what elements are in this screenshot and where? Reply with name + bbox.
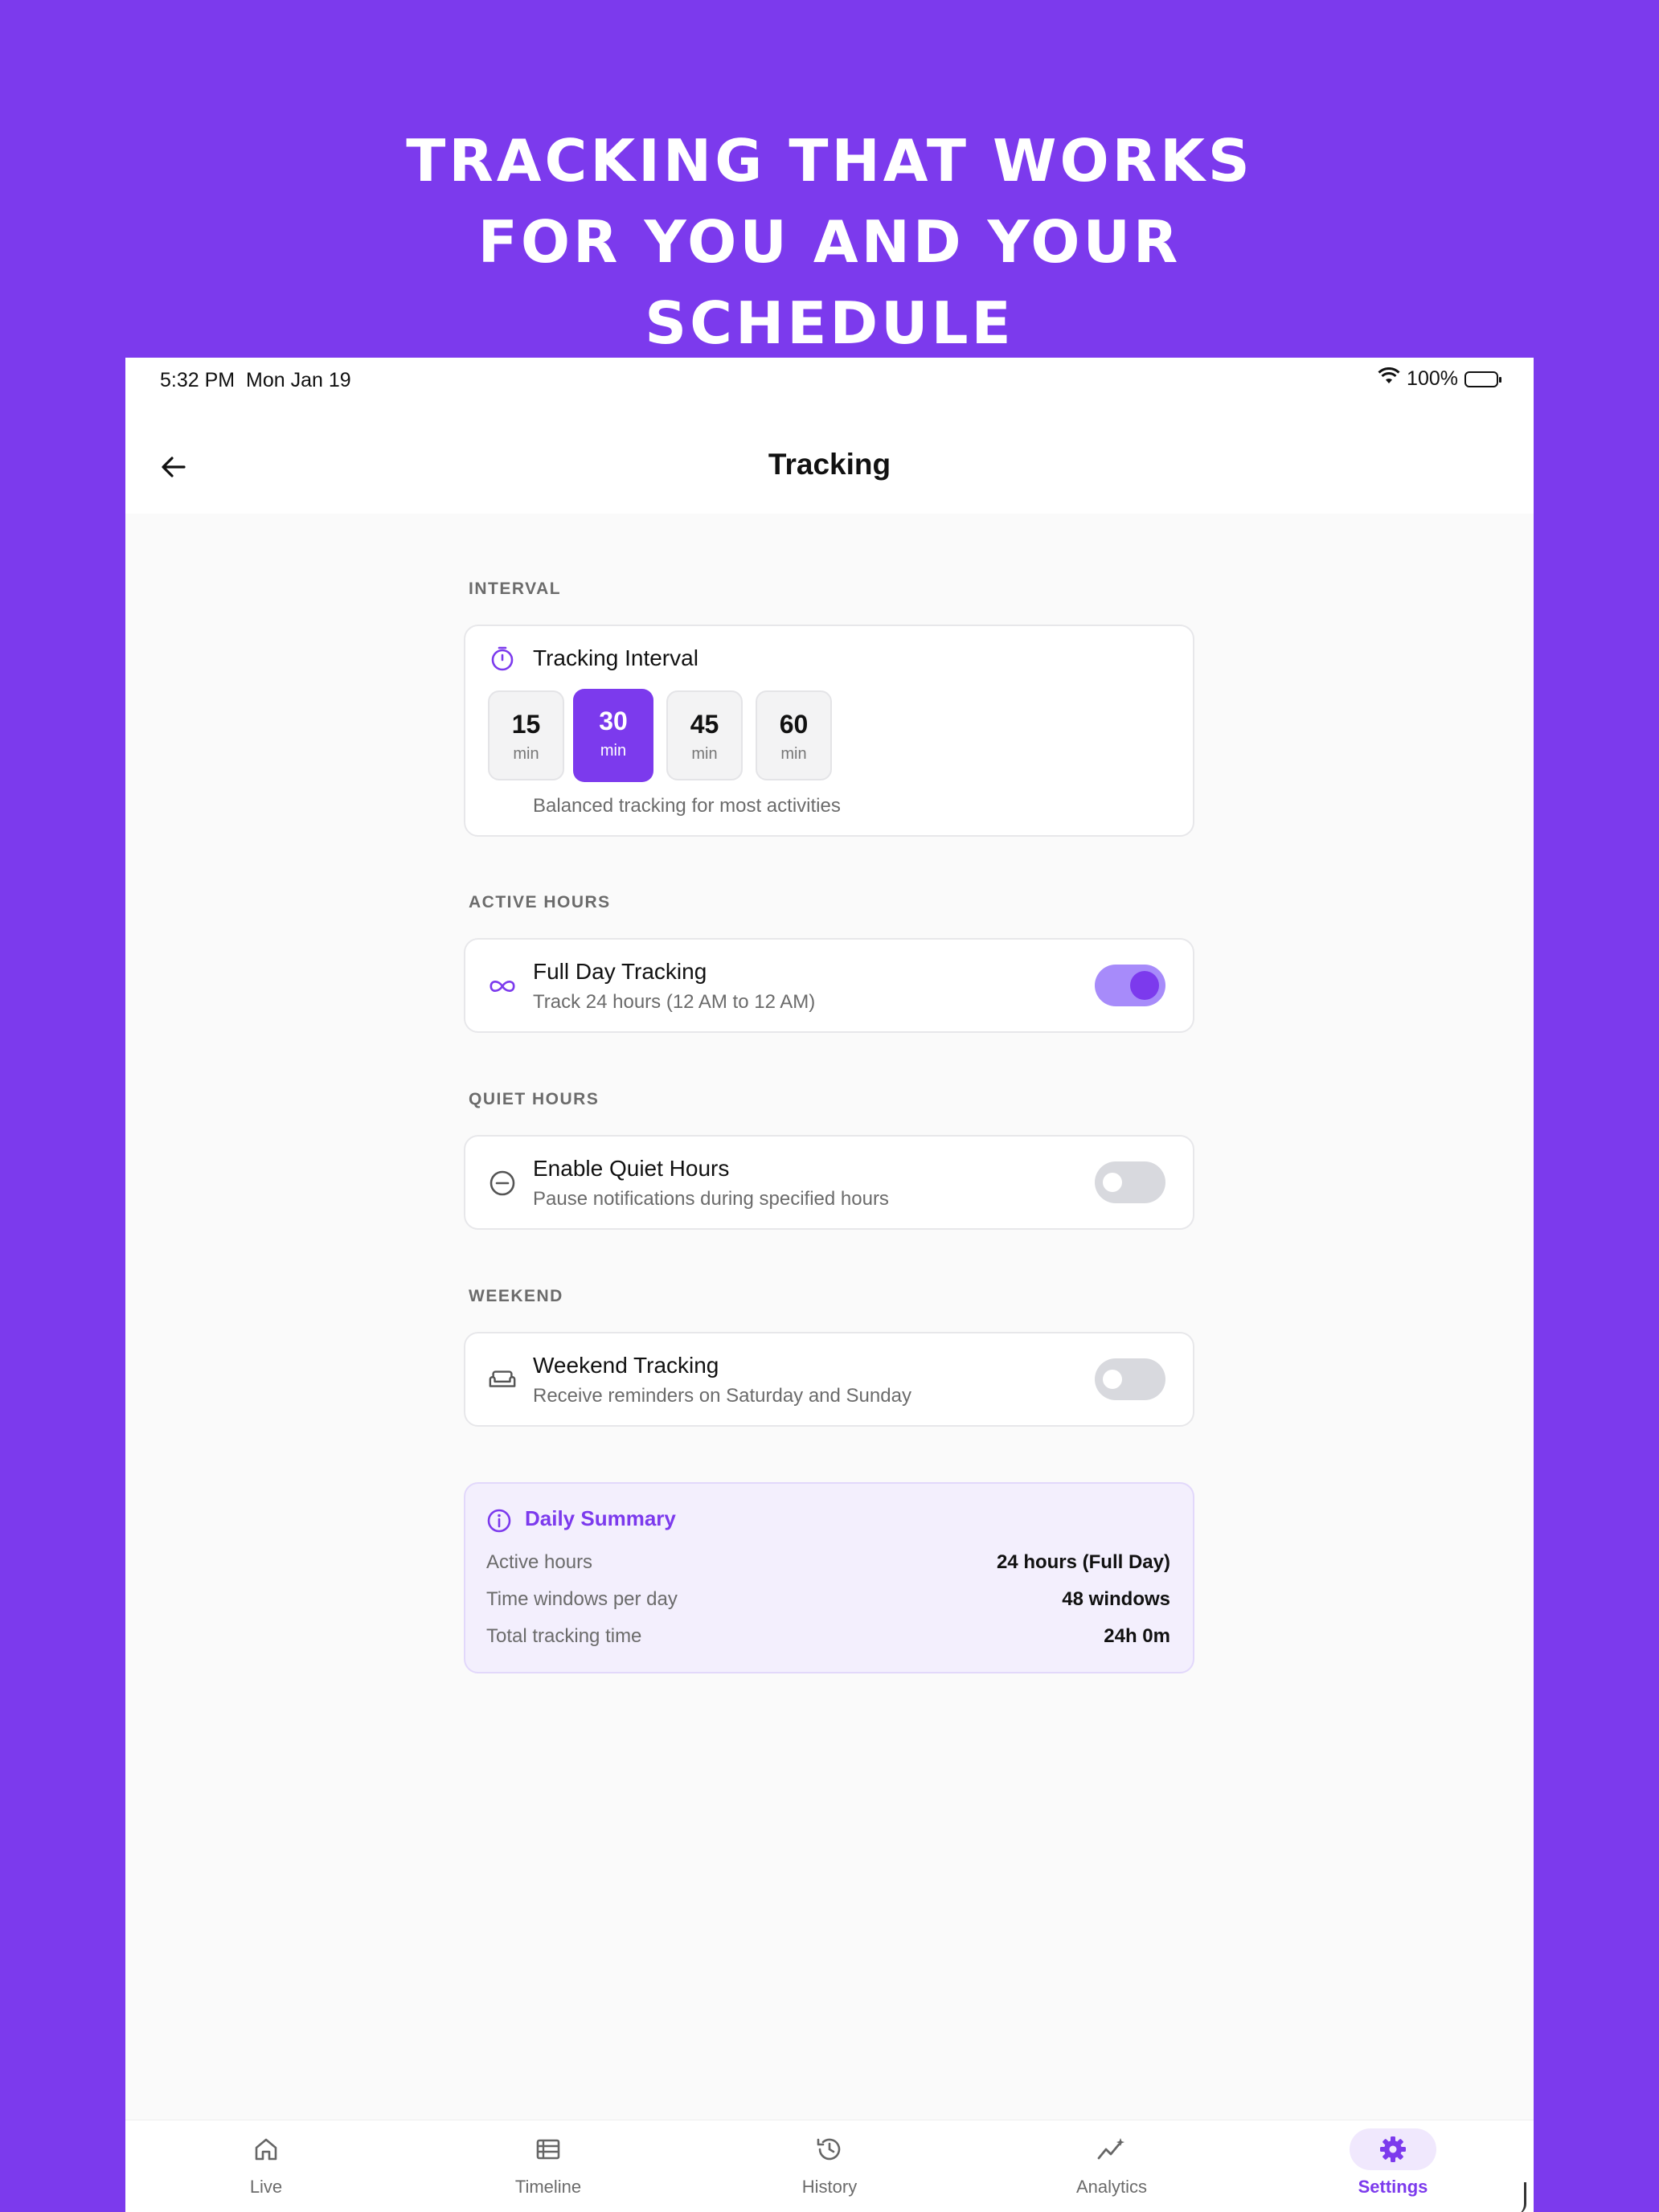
- battery-percent: 100%: [1407, 367, 1458, 390]
- quiet-hours-subtitle: Pause notifications during specified hou…: [533, 1188, 889, 1210]
- interval-option-unit: min: [691, 745, 718, 763]
- interval-option-value: 30: [599, 707, 628, 735]
- timer-icon: [488, 644, 517, 673]
- analytics-icon: [1068, 2128, 1155, 2170]
- device-screen: 5:32 PM Mon Jan 19 100% Tracking INTERVA…: [125, 358, 1534, 2212]
- daily-summary-card: Daily Summary Active hours 24 hours (Ful…: [464, 1482, 1194, 1673]
- home-icon: [223, 2128, 309, 2170]
- interval-title: Tracking Interval: [533, 645, 698, 670]
- quiet-hours-toggle[interactable]: [1095, 1161, 1165, 1203]
- status-date: Mon Jan 19: [246, 369, 351, 391]
- interval-description: Balanced tracking for most activities: [533, 795, 841, 817]
- summary-label: Active hours: [486, 1551, 593, 1573]
- full-day-title: Full Day Tracking: [533, 959, 707, 984]
- weekend-subtitle: Receive reminders on Saturday and Sunday: [533, 1385, 911, 1407]
- infinity-icon: [488, 972, 517, 1001]
- weekend-toggle[interactable]: [1095, 1358, 1165, 1400]
- interval-option-15[interactable]: 15 min: [488, 690, 564, 780]
- interval-option-value: 15: [511, 710, 541, 739]
- tab-analytics[interactable]: Analytics: [1023, 2120, 1200, 2212]
- summary-label: Time windows per day: [486, 1588, 678, 1610]
- interval-option-value: 45: [690, 710, 719, 739]
- section-label-active-hours: ACTIVE HOURS: [469, 893, 611, 911]
- full-day-toggle[interactable]: [1095, 965, 1165, 1006]
- wifi-icon: [1378, 367, 1400, 391]
- summary-label: Total tracking time: [486, 1625, 642, 1647]
- tab-label: Settings: [1358, 2177, 1428, 2197]
- section-label-interval: INTERVAL: [469, 580, 562, 598]
- interval-option-unit: min: [780, 745, 807, 763]
- tab-bar: Live Timeline History Analytics Settings: [125, 2120, 1534, 2212]
- interval-option-value: 60: [779, 710, 809, 739]
- summary-value: 24h 0m: [1104, 1625, 1170, 1647]
- interval-option-45[interactable]: 45 min: [666, 690, 743, 780]
- headline-line: FOR YOU AND YOUR: [477, 208, 1182, 276]
- tab-timeline[interactable]: Timeline: [460, 2120, 637, 2212]
- summary-value: 24 hours (Full Day): [996, 1551, 1170, 1573]
- minus-circle-icon: [488, 1169, 517, 1198]
- toggle-knob: [1130, 971, 1159, 1000]
- interval-option-unit: min: [600, 742, 627, 760]
- tab-label: Timeline: [514, 2177, 582, 2197]
- interval-option-unit: min: [513, 745, 539, 763]
- toggle-knob: [1103, 1173, 1122, 1192]
- quiet-hours-card: Enable Quiet Hours Pause notifications d…: [464, 1135, 1194, 1230]
- couch-icon: [488, 1366, 517, 1395]
- summary-title: Daily Summary: [525, 1506, 676, 1530]
- tab-live[interactable]: Live: [178, 2120, 354, 2212]
- interval-option-60[interactable]: 60 min: [756, 690, 832, 780]
- tab-label: Live: [249, 2177, 283, 2197]
- tab-label: Analytics: [1075, 2177, 1148, 2197]
- battery-icon: [1464, 371, 1501, 387]
- weekend-card: Weekend Tracking Receive reminders on Sa…: [464, 1332, 1194, 1427]
- toggle-knob: [1103, 1370, 1122, 1389]
- corner-decoration: [1516, 2182, 1526, 2212]
- tab-history[interactable]: History: [741, 2120, 918, 2212]
- section-label-weekend: WEEKEND: [469, 1287, 563, 1305]
- quiet-hours-title: Enable Quiet Hours: [533, 1156, 730, 1181]
- summary-value: 48 windows: [1062, 1588, 1170, 1610]
- page-title: Tracking: [768, 448, 891, 481]
- status-bar: 5:32 PM Mon Jan 19 100%: [125, 358, 1534, 422]
- list-icon: [505, 2128, 592, 2170]
- full-day-subtitle: Track 24 hours (12 AM to 12 AM): [533, 991, 816, 1013]
- full-day-card: Full Day Tracking Track 24 hours (12 AM …: [464, 938, 1194, 1033]
- tab-settings[interactable]: Settings: [1305, 2120, 1481, 2212]
- headline-line: TRACKING THAT WORKS: [406, 127, 1253, 195]
- section-label-quiet-hours: QUIET HOURS: [469, 1090, 600, 1108]
- promo-headline: TRACKING THAT WORKS FOR YOU AND YOUR SCH…: [0, 121, 1659, 364]
- interval-card: Tracking Interval 15 min 30 min 45 min 6…: [464, 625, 1194, 837]
- interval-option-30[interactable]: 30 min: [573, 689, 653, 782]
- weekend-title: Weekend Tracking: [533, 1353, 719, 1378]
- status-time: 5:32 PM: [160, 369, 236, 391]
- tab-label: History: [801, 2177, 858, 2197]
- gear-icon: [1350, 2128, 1436, 2170]
- history-icon: [786, 2128, 873, 2170]
- info-icon: [486, 1508, 512, 1538]
- nav-bar: Tracking: [125, 422, 1534, 514]
- headline-line: SCHEDULE: [645, 289, 1014, 357]
